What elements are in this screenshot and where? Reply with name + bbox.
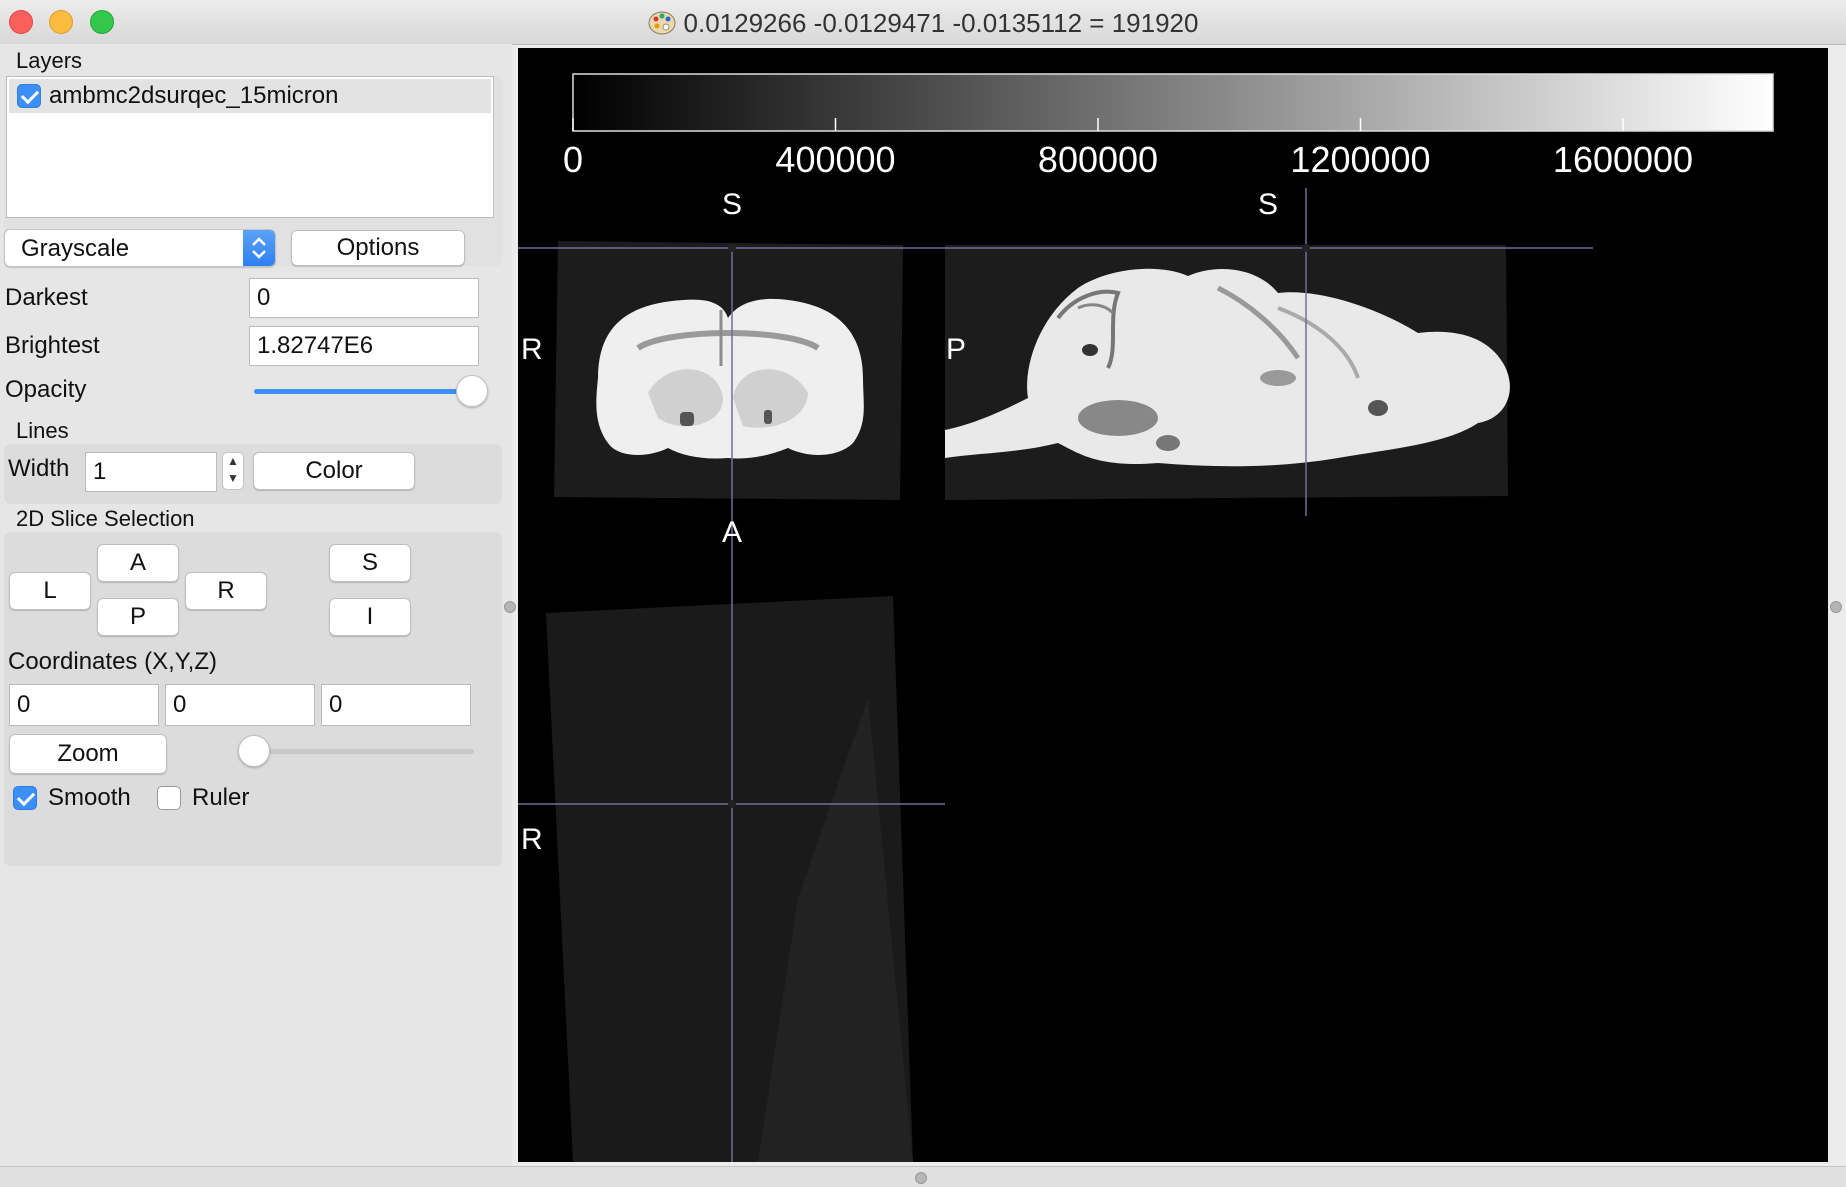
sagittal-left-label: P [946,333,966,366]
slice-inferior-button[interactable]: I [329,598,411,636]
line-color-button[interactable]: Color [253,452,415,490]
axial-view[interactable] [546,596,913,1162]
colormap-selected-value: Grayscale [21,235,130,262]
colorbar-gradient [572,73,1774,132]
width-label: Width [8,455,70,482]
slice-selection-section-label: 2D Slice Selection [16,506,195,531]
coordinate-z-input[interactable]: 0 [321,684,471,726]
bottom-splitter-handle[interactable] [915,1172,927,1184]
sagittal-top-label: S [1258,188,1278,221]
zoom-slider[interactable] [254,749,474,754]
colorbar-tick-label: 0 [563,139,583,180]
layers-list[interactable]: ambmc2dsurqec_15micron [6,76,494,218]
slice-anterior-button[interactable]: A [97,544,179,582]
lines-section-label: Lines [16,418,69,443]
right-splitter-handle[interactable] [1830,601,1842,613]
coordinate-y-input[interactable]: 0 [165,684,315,726]
select-arrows-icon [243,230,275,266]
coronal-bottom-label: A [722,516,742,549]
slice-superior-button[interactable]: S [329,544,411,582]
brightest-label: Brightest [5,332,100,359]
line-width-stepper[interactable]: ▲ ▼ [222,452,244,490]
colorbar: 0 400000 800000 1200000 1600000 [563,73,1774,180]
darkest-input[interactable]: 0 [249,278,479,318]
smooth-checkbox[interactable] [13,786,37,810]
panel-splitter-handle[interactable] [504,601,516,613]
opacity-slider[interactable] [254,389,472,394]
coronal-left-label: R [521,333,543,366]
bottom-splitter[interactable] [0,1166,1846,1187]
window-title: 0.0129266 -0.0129471 -0.0135112 = 191920 [0,8,1846,39]
colormap-select[interactable]: Grayscale [4,229,276,267]
coronal-view[interactable] [554,241,903,500]
zoom-slider-handle[interactable] [238,735,270,767]
slice-right-button[interactable]: R [185,572,267,610]
ruler-label: Ruler [192,784,250,811]
control-panel: Layers ambmc2dsurqec_15micron Grayscale … [0,44,512,1166]
darkest-label: Darkest [5,284,88,311]
coronal-top-label: S [722,188,742,221]
slice-left-button[interactable]: L [9,572,91,610]
zoom-button[interactable]: Zoom [9,734,167,774]
opacity-label: Opacity [5,376,87,403]
layer-name: ambmc2dsurqec_15micron [49,82,339,109]
line-width-input[interactable]: 1 [85,452,217,492]
options-button[interactable]: Options [291,230,465,266]
opacity-slider-handle[interactable] [456,375,488,407]
colorbar-tick-label: 1600000 [1553,139,1693,180]
layers-section-label: Layers [16,48,83,73]
sagittal-view[interactable] [945,245,1510,500]
brightest-input[interactable]: 1.82747E6 [249,326,479,366]
layer-item[interactable]: ambmc2dsurqec_15micron [9,79,491,113]
window-title-text: 0.0129266 -0.0129471 -0.0135112 = 191920 [683,8,1199,38]
title-bar: 0.0129266 -0.0129471 -0.0135112 = 191920 [0,0,1846,45]
colorbar-tick-label: 800000 [1038,139,1158,180]
coordinate-x-input[interactable]: 0 [9,684,159,726]
ruler-checkbox[interactable] [157,786,181,810]
image-viewer[interactable]: 0 400000 800000 1200000 1600000 S R A S … [518,48,1828,1162]
layer-visibility-checkbox[interactable] [17,84,41,108]
viewer-canvas[interactable]: 0 400000 800000 1200000 1600000 S R A S … [518,48,1828,1162]
colorbar-tick-label: 1200000 [1290,139,1430,180]
axial-left-label: R [521,823,543,856]
coordinates-label: Coordinates (X,Y,Z) [8,648,217,675]
smooth-label: Smooth [48,784,131,811]
slice-posterior-button[interactable]: P [97,598,179,636]
palette-icon [648,11,676,35]
opacity-slider-fill [254,389,472,394]
colorbar-tick-label: 400000 [775,139,895,180]
coronal-brain [596,298,864,459]
